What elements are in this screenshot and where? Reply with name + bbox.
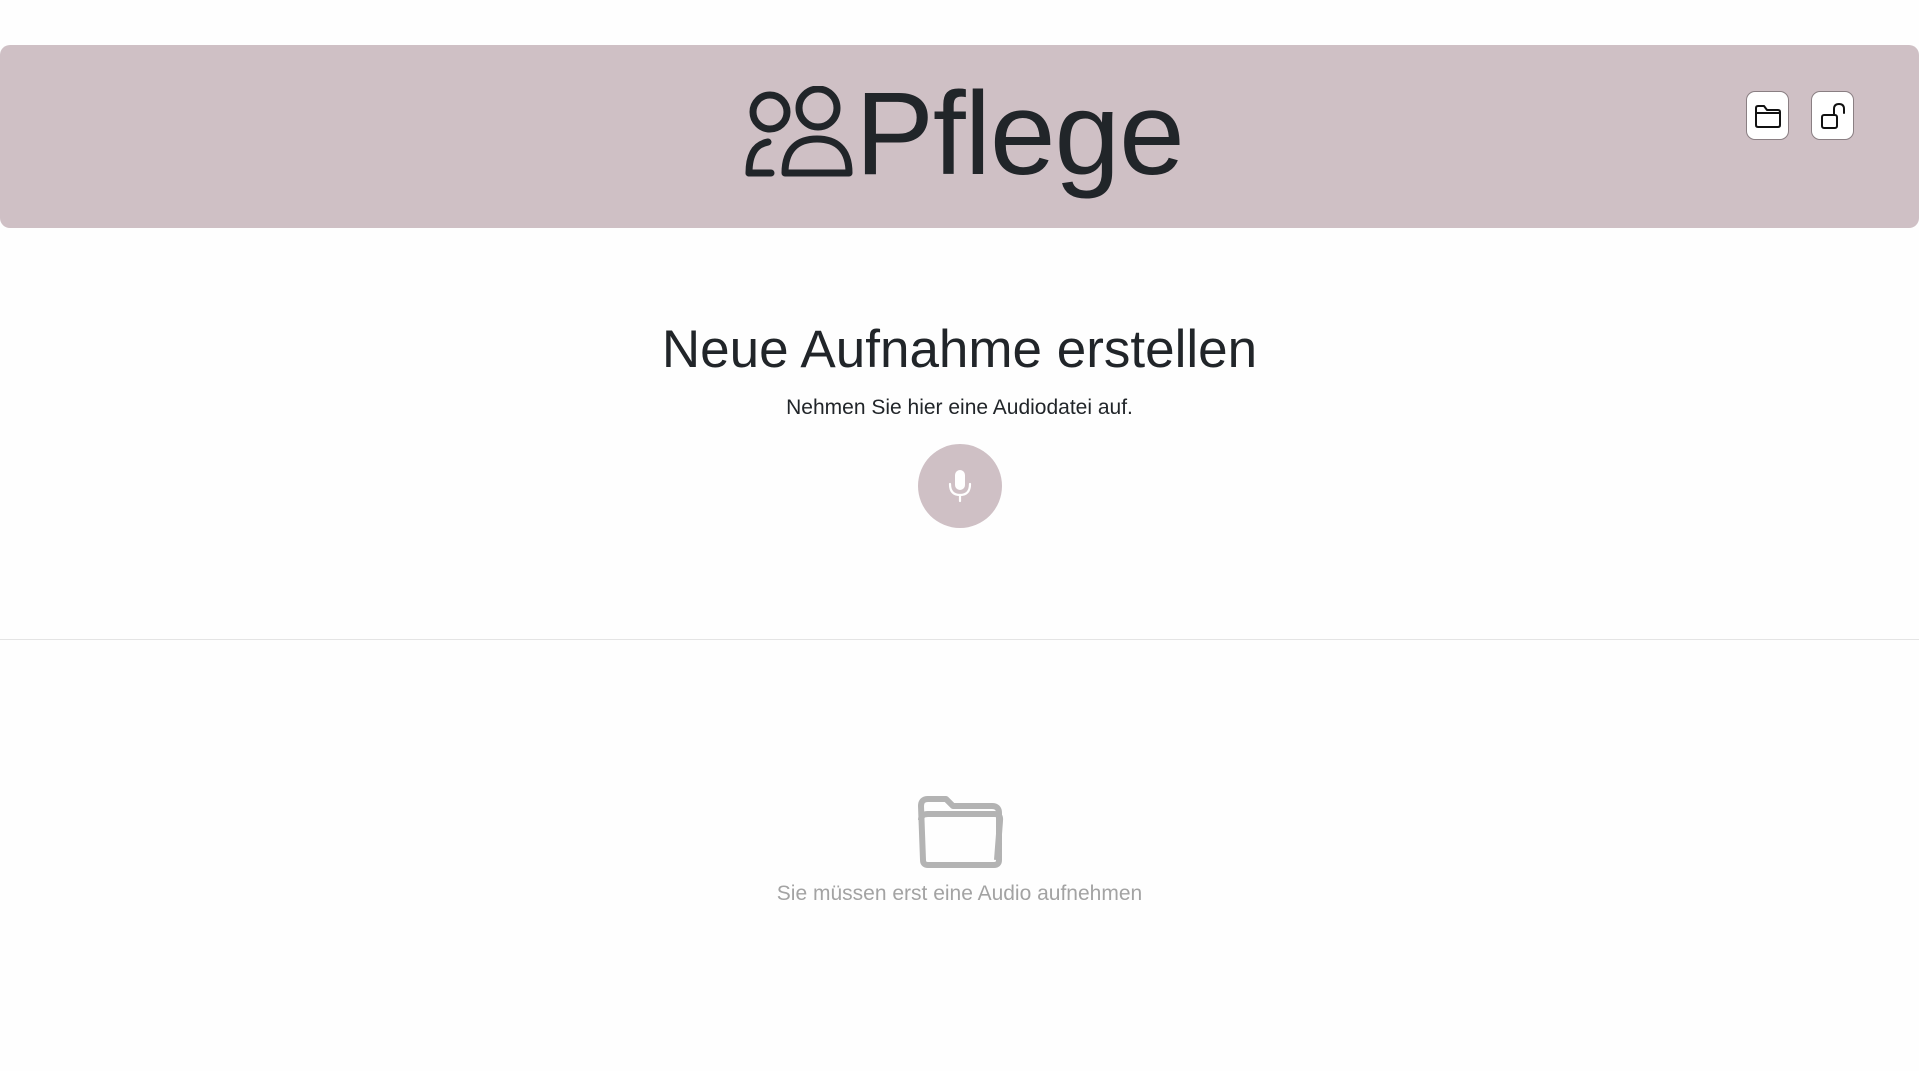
section-divider bbox=[0, 639, 1919, 640]
app-title: Pflege bbox=[855, 67, 1185, 200]
app-header: Pflege bbox=[0, 45, 1919, 228]
open-folder-button[interactable] bbox=[1746, 91, 1789, 140]
microphone-icon bbox=[948, 470, 972, 503]
page-title: Neue Aufnahme erstellen bbox=[661, 320, 1258, 379]
folder-icon bbox=[918, 796, 1004, 868]
brand: Pflege bbox=[0, 45, 1919, 228]
people-icon bbox=[745, 85, 853, 176]
folder-icon bbox=[1754, 104, 1781, 128]
brand-link[interactable]: Pflege bbox=[735, 67, 1185, 200]
unlock-icon bbox=[1820, 102, 1845, 129]
record-button[interactable] bbox=[918, 444, 1002, 528]
unlock-button[interactable] bbox=[1811, 91, 1854, 140]
page-subtitle: Nehmen Sie hier eine Audiodatei auf. bbox=[786, 396, 1133, 419]
empty-state-message: Sie müssen erst eine Audio aufnehmen bbox=[776, 882, 1143, 905]
